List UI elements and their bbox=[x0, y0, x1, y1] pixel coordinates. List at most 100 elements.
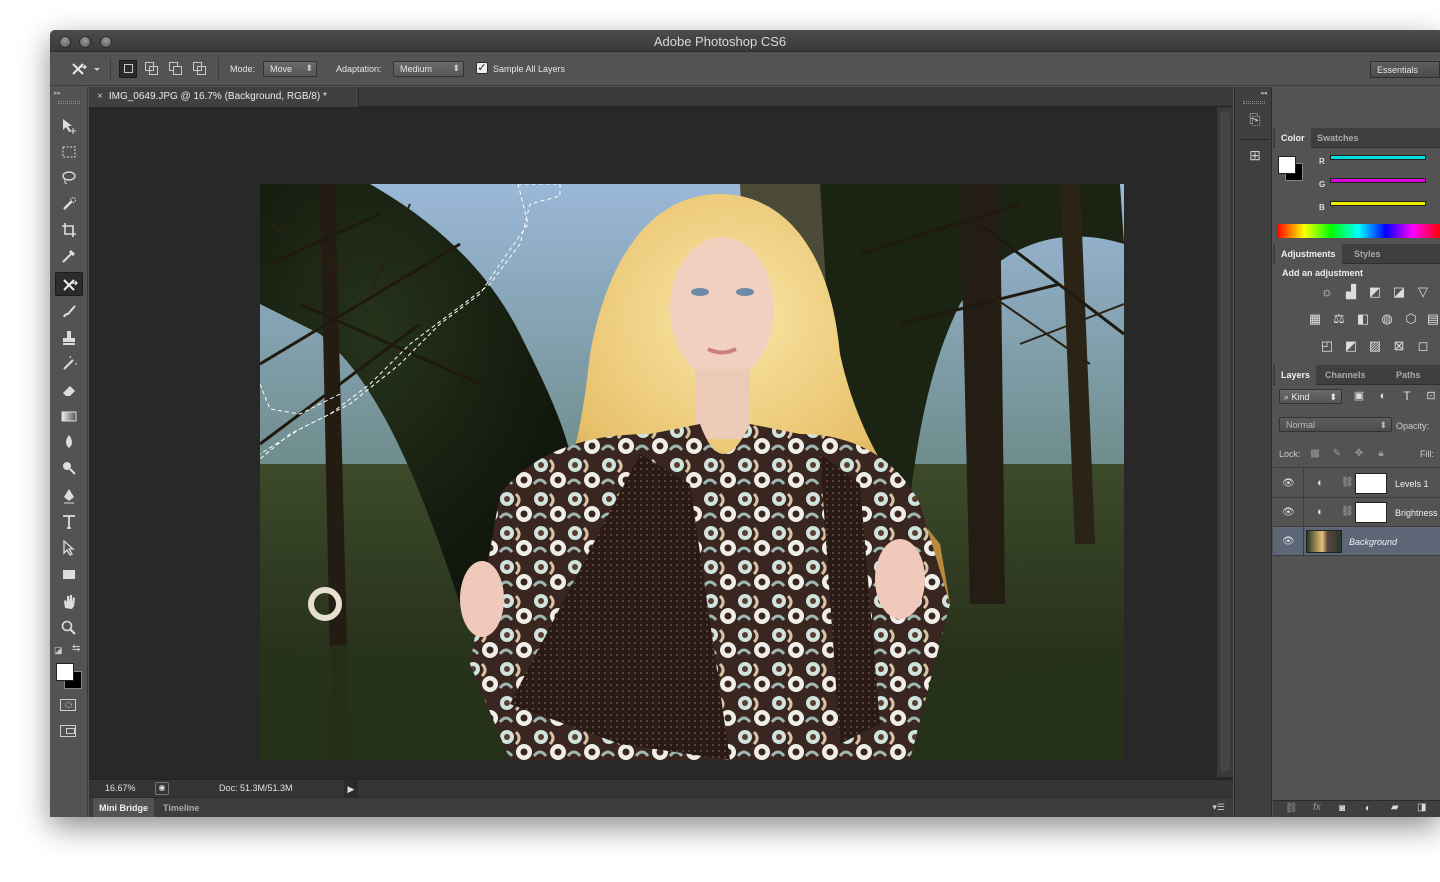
blend-mode-select[interactable]: Normal ⬍ bbox=[1279, 417, 1392, 432]
history-panel-icon[interactable]: ⎘ bbox=[1243, 111, 1267, 133]
layer-mask-thumbnail[interactable] bbox=[1355, 502, 1387, 523]
lock-image-icon[interactable]: ✎ bbox=[1329, 447, 1345, 461]
channel-mixer-icon[interactable]: ⬡ bbox=[1403, 312, 1419, 326]
vertical-scrollbar[interactable] bbox=[1217, 107, 1233, 777]
layer-mask-thumbnail[interactable] bbox=[1355, 473, 1387, 494]
color-panel-foreground-swatch[interactable] bbox=[1278, 156, 1296, 174]
curves-icon[interactable]: ◩ bbox=[1367, 285, 1383, 299]
mask-link-icon[interactable]: ⛓︎ bbox=[1341, 506, 1354, 517]
selective-color-icon[interactable]: ◻ bbox=[1415, 339, 1431, 353]
levels-icon[interactable]: ▟ bbox=[1343, 285, 1359, 299]
lasso-tool[interactable] bbox=[55, 166, 83, 190]
marquee-tool[interactable] bbox=[55, 140, 83, 164]
new-selection-button[interactable] bbox=[119, 60, 137, 78]
clone-stamp-tool[interactable] bbox=[55, 326, 83, 350]
mode-select[interactable]: Move bbox=[263, 61, 317, 77]
filter-adjustment-icon[interactable]: ◐ bbox=[1375, 389, 1391, 403]
new-group-icon[interactable]: ▰ bbox=[1391, 802, 1399, 813]
color-lookup-icon[interactable]: ▤ bbox=[1425, 312, 1440, 326]
status-menu-arrow-icon[interactable]: ▶ bbox=[344, 780, 358, 798]
mask-link-icon[interactable]: ⛓︎ bbox=[1341, 477, 1354, 488]
tool-preset-picker[interactable] bbox=[70, 60, 100, 78]
photo-filter-icon[interactable]: ◍ bbox=[1379, 312, 1395, 326]
quick-selection-tool[interactable] bbox=[55, 192, 83, 216]
tab-color[interactable]: Color bbox=[1275, 128, 1311, 148]
visibility-eye-icon[interactable]: 👁︎ bbox=[1282, 507, 1295, 518]
black-white-icon[interactable]: ◧ bbox=[1355, 312, 1371, 326]
hue-saturation-icon[interactable]: ▦ bbox=[1307, 312, 1323, 326]
lock-all-icon[interactable]: 🔒︎ bbox=[1373, 447, 1389, 461]
filter-type-icon[interactable]: T bbox=[1399, 389, 1415, 403]
add-to-selection-button[interactable] bbox=[143, 60, 161, 78]
move-tool[interactable] bbox=[55, 114, 83, 138]
new-layer-icon[interactable]: ◨ bbox=[1417, 802, 1426, 813]
default-colors-icon[interactable]: ◪ bbox=[54, 645, 63, 656]
document-tab[interactable]: × IMG_0649.JPG @ 16.7% (Background, RGB/8… bbox=[89, 87, 359, 107]
tab-adjustments[interactable]: Adjustments bbox=[1275, 244, 1342, 264]
expand-dock-icon[interactable]: ◂◂ bbox=[1260, 89, 1267, 97]
status-icon[interactable]: ◉ bbox=[155, 782, 169, 795]
sample-all-layers-checkbox[interactable]: ✓ bbox=[476, 62, 488, 74]
rectangle-tool[interactable] bbox=[55, 562, 83, 586]
filter-pixel-icon[interactable]: ▣ bbox=[1351, 389, 1367, 403]
tab-timeline[interactable]: Timeline bbox=[157, 798, 205, 817]
tab-channels[interactable]: Channels bbox=[1319, 365, 1372, 385]
brightness-contrast-icon[interactable]: ☼ bbox=[1319, 285, 1335, 299]
exposure-icon[interactable]: ◪ bbox=[1391, 285, 1407, 299]
eyedropper-tool[interactable] bbox=[55, 244, 83, 268]
eraser-tool[interactable] bbox=[55, 378, 83, 402]
layer-thumbnail[interactable] bbox=[1306, 530, 1342, 553]
zoom-tool[interactable] bbox=[55, 616, 83, 640]
subtract-from-selection-button[interactable] bbox=[167, 60, 185, 78]
blur-tool[interactable] bbox=[55, 430, 83, 454]
blue-slider[interactable] bbox=[1330, 201, 1426, 206]
screen-mode-icon[interactable] bbox=[60, 725, 76, 737]
posterize-icon[interactable]: ◩ bbox=[1343, 339, 1359, 353]
color-balance-icon[interactable]: ⚖ bbox=[1331, 312, 1347, 326]
tab-swatches[interactable]: Swatches bbox=[1311, 128, 1365, 148]
path-selection-tool[interactable] bbox=[55, 536, 83, 560]
scrollbar-thumb[interactable] bbox=[1220, 111, 1230, 771]
vibrance-icon[interactable]: ▽ bbox=[1415, 285, 1431, 299]
filter-shape-icon[interactable]: ⊡ bbox=[1423, 389, 1439, 403]
pen-tool[interactable] bbox=[55, 484, 83, 508]
lock-transparent-icon[interactable]: ▩ bbox=[1307, 447, 1323, 461]
invert-icon[interactable]: ◰ bbox=[1319, 339, 1335, 353]
image-canvas[interactable] bbox=[260, 184, 1124, 760]
type-tool[interactable] bbox=[55, 510, 83, 534]
tab-styles[interactable]: Styles bbox=[1348, 244, 1387, 264]
close-document-icon[interactable]: × bbox=[97, 91, 103, 102]
threshold-icon[interactable]: ▨ bbox=[1367, 339, 1383, 353]
lock-position-icon[interactable]: ✥ bbox=[1351, 447, 1367, 461]
dodge-tool[interactable] bbox=[55, 456, 83, 480]
new-adjustment-layer-icon[interactable]: ◐ bbox=[1365, 803, 1371, 814]
workspace-switcher[interactable]: Essentials bbox=[1370, 61, 1440, 78]
add-mask-icon[interactable]: ◙ bbox=[1339, 803, 1345, 814]
color-spectrum-ramp[interactable] bbox=[1277, 224, 1440, 238]
dock-grip[interactable] bbox=[1243, 101, 1265, 104]
foreground-color-swatch[interactable] bbox=[56, 663, 74, 681]
layer-row[interactable]: 👁︎ ◐ ⛓︎ Brightness bbox=[1273, 498, 1440, 527]
properties-panel-icon[interactable]: ⊞ bbox=[1243, 147, 1267, 169]
green-slider[interactable] bbox=[1330, 178, 1426, 183]
brush-tool[interactable] bbox=[55, 300, 83, 324]
tab-layers[interactable]: Layers bbox=[1275, 365, 1317, 385]
visibility-eye-icon[interactable]: 👁︎ bbox=[1282, 478, 1295, 489]
swap-colors-icon[interactable]: ⇆ bbox=[72, 643, 80, 654]
intersect-selection-button[interactable] bbox=[191, 60, 209, 78]
red-slider[interactable] bbox=[1330, 155, 1426, 160]
crop-tool[interactable] bbox=[55, 218, 83, 242]
quick-mask-icon[interactable] bbox=[60, 699, 76, 711]
layer-row[interactable]: 👁︎ ◐ ⛓︎ Levels 1 bbox=[1273, 469, 1440, 498]
layer-filter-select[interactable]: ⌕ Kind ⬍ bbox=[1279, 389, 1342, 404]
adaptation-select[interactable]: Medium bbox=[393, 61, 464, 77]
history-brush-tool[interactable] bbox=[55, 352, 83, 376]
link-layers-icon[interactable]: ⛓︎ bbox=[1285, 803, 1298, 814]
collapse-toolbar-icon[interactable]: ▸▸ bbox=[54, 89, 61, 97]
content-aware-move-tool[interactable] bbox=[55, 272, 83, 296]
layer-style-icon[interactable]: fx bbox=[1313, 802, 1321, 813]
gradient-map-icon[interactable]: ⊠ bbox=[1391, 339, 1407, 353]
zoom-level[interactable]: 16.67% bbox=[105, 783, 136, 793]
layer-row[interactable]: 👁︎ Background bbox=[1273, 527, 1440, 556]
visibility-eye-icon[interactable]: 👁︎ bbox=[1282, 536, 1295, 547]
